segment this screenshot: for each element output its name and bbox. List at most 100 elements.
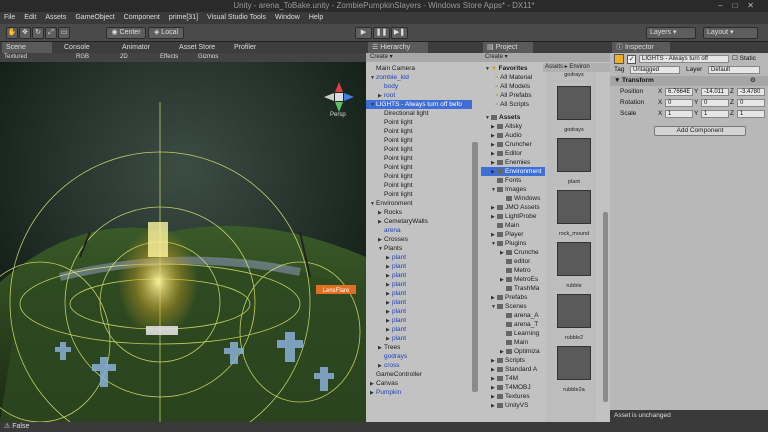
project-folder[interactable]: ▶ T4MOBJ	[481, 383, 545, 392]
menu-file[interactable]: File	[4, 12, 15, 24]
hierarchy-item[interactable]: ▼LIGHTS - Always turn off befo	[366, 100, 472, 109]
project-breadcrumb[interactable]: Assets ▸ Environ	[543, 63, 610, 72]
hierarchy-item[interactable]: Directional light	[366, 109, 472, 118]
hierarchy-create-button[interactable]: Create	[370, 54, 388, 60]
object-name-field[interactable]: LIGHTS - Always turn off	[639, 55, 729, 63]
color-mode-dropdown[interactable]: RGB	[76, 53, 89, 62]
hierarchy-item[interactable]: Point light	[366, 172, 472, 181]
hierarchy-item[interactable]: ▶ Rocks	[366, 208, 472, 217]
project-folder[interactable]: ▶ Cruncher	[481, 140, 545, 149]
hierarchy-item[interactable]: ▶ plant	[366, 280, 472, 289]
project-folder[interactable]: ▶ Enemies	[481, 158, 545, 167]
hierarchy-item[interactable]: ▶ Canvas	[366, 379, 472, 388]
asset-thumbnail[interactable]	[557, 346, 591, 380]
hierarchy-item[interactable]: ▼Environment	[366, 199, 472, 208]
tab-inspector[interactable]: ⓘ Inspector	[612, 42, 670, 53]
favorite-item[interactable]: ⌕ All Material	[495, 73, 532, 82]
tab-profiler[interactable]: Profiler	[230, 42, 256, 53]
project-folder[interactable]: Windows	[481, 194, 545, 203]
scale-x-field[interactable]: 1	[665, 110, 693, 118]
tab-console[interactable]: Console	[60, 42, 90, 53]
project-folder[interactable]: ▶ T4M	[481, 374, 545, 383]
favorites-header[interactable]: ▼★ Favorites	[485, 64, 528, 73]
project-scrollbar[interactable]	[603, 212, 608, 402]
project-folder[interactable]: Metro	[481, 266, 545, 275]
assets-header[interactable]: ▼ Assets	[485, 113, 520, 122]
asset-thumbnail[interactable]	[557, 86, 591, 120]
active-checkbox[interactable]: ✓	[627, 55, 636, 64]
scale-tool-button[interactable]: ⤢	[45, 27, 57, 39]
menu-component[interactable]: Component	[124, 12, 160, 24]
hierarchy-item[interactable]: Main Camera	[366, 64, 472, 73]
hierarchy-item[interactable]: arena	[366, 226, 472, 235]
hierarchy-item[interactable]: ▶ Crosses	[366, 235, 472, 244]
tab-asset-store[interactable]: Asset Store	[175, 42, 215, 53]
hierarchy-item[interactable]: Point light	[366, 145, 472, 154]
menu-window[interactable]: Window	[275, 12, 300, 24]
hierarchy-item[interactable]: body	[366, 82, 472, 91]
effects-dropdown[interactable]: Effects	[160, 53, 178, 62]
hierarchy-item[interactable]: ▶ plant	[366, 271, 472, 280]
position-y-field[interactable]: -14.011	[701, 88, 729, 96]
project-folder[interactable]: TrashMa	[481, 284, 545, 293]
favorite-item[interactable]: ⌕ All Scripts	[495, 100, 529, 109]
menu-help[interactable]: Help	[309, 12, 323, 24]
project-folder[interactable]: arena_T	[481, 320, 545, 329]
menu-prime-31-[interactable]: prime[31]	[169, 12, 198, 24]
play-button[interactable]: ▶	[355, 27, 372, 39]
hierarchy-item[interactable]: Point light	[366, 118, 472, 127]
asset-thumbnail[interactable]	[557, 190, 591, 224]
2d-toggle[interactable]: 2D	[120, 53, 128, 62]
favorite-item[interactable]: ⌕ All Prefabs	[495, 91, 532, 100]
transform-header[interactable]: ▼ Transform ⚙	[610, 76, 768, 86]
hierarchy-item[interactable]: ▼Plants	[366, 244, 472, 253]
project-folder[interactable]: ▶ LightProbe	[481, 212, 545, 221]
layer-dropdown[interactable]: Default	[708, 66, 760, 74]
pivot-center-button[interactable]: ◉ Center	[106, 27, 146, 39]
move-tool-button[interactable]: ✥	[19, 27, 31, 39]
project-folder[interactable]: ▶ Environment	[481, 167, 545, 176]
rotate-tool-button[interactable]: ↻	[32, 27, 44, 39]
hierarchy-item[interactable]: ▶ Trees	[366, 343, 472, 352]
project-folder[interactable]: ▶ MetroEs	[481, 275, 545, 284]
render-mode-dropdown[interactable]: Textured	[4, 53, 27, 62]
tag-dropdown[interactable]: Untagged	[630, 66, 680, 74]
hierarchy-item[interactable]: Point light	[366, 154, 472, 163]
project-folder[interactable]: ▼ Plugins	[481, 239, 545, 248]
hierarchy-item[interactable]: GameController	[366, 370, 472, 379]
project-folder[interactable]: ▶ Audio	[481, 131, 545, 140]
step-button[interactable]: ▶❚	[391, 27, 408, 39]
tab-scene[interactable]: Scene	[2, 42, 52, 53]
scene-render[interactable]: LensFlare	[0, 42, 366, 422]
project-folder[interactable]: Main	[481, 338, 545, 347]
hierarchy-item[interactable]: ▶ plant	[366, 262, 472, 271]
scale-y-field[interactable]: 1	[701, 110, 729, 118]
hierarchy-item[interactable]: ▶ cross	[366, 361, 472, 370]
scale-z-field[interactable]: 1	[737, 110, 765, 118]
hierarchy-item[interactable]: godrays	[366, 352, 472, 361]
hierarchy-item[interactable]: Point light	[366, 127, 472, 136]
project-folder[interactable]: ▶ Textures	[481, 392, 545, 401]
scene-gizmo[interactable]	[322, 80, 356, 114]
window-controls[interactable]: –□✕	[718, 0, 764, 12]
menu-edit[interactable]: Edit	[24, 12, 36, 24]
add-component-button[interactable]: Add Component	[654, 126, 746, 136]
project-folder[interactable]: ▶ Standard A	[481, 365, 545, 374]
hierarchy-item[interactable]: ▶ Pumpkin	[366, 388, 472, 397]
hierarchy-item[interactable]: ▼zombie_kid	[366, 73, 472, 82]
project-folder[interactable]: Fonts	[481, 176, 545, 185]
hierarchy-item[interactable]: ▶ plant	[366, 253, 472, 262]
tab-animator[interactable]: Animator	[118, 42, 150, 53]
hierarchy-item[interactable]: Point light	[366, 181, 472, 190]
rotation-z-field[interactable]: 0	[737, 99, 765, 107]
projection-label[interactable]: Persp	[330, 112, 346, 118]
project-folder[interactable]: ▶ JMO Assets	[481, 203, 545, 212]
project-folder[interactable]: Learning	[481, 329, 545, 338]
pivot-local-button[interactable]: ◈ Local	[148, 27, 184, 39]
project-folder[interactable]: ▶ Crunche	[481, 248, 545, 257]
hierarchy-item[interactable]: Point light	[366, 163, 472, 172]
project-folder[interactable]: ▼ Images	[481, 185, 545, 194]
project-create-button[interactable]: Create	[485, 54, 503, 60]
project-folder[interactable]: Main	[481, 221, 545, 230]
asset-thumbnail[interactable]	[557, 242, 591, 276]
